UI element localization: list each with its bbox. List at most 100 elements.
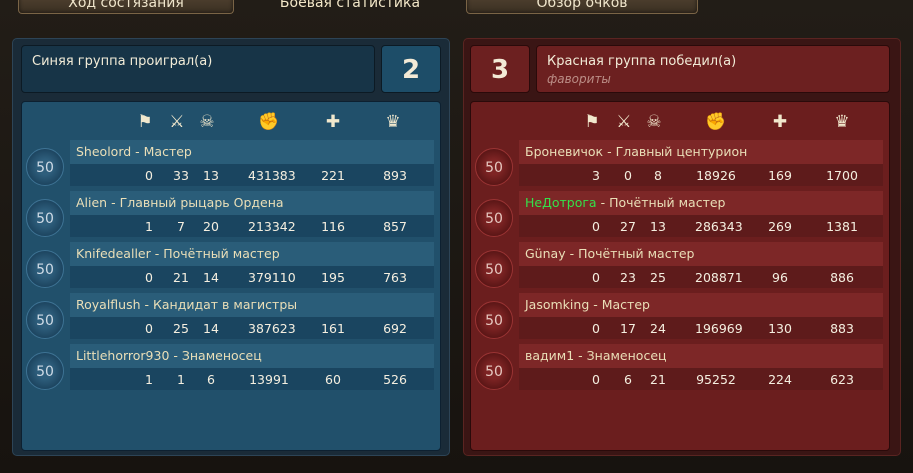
flag-icon: ⚑ (137, 112, 153, 132)
player-name[interactable]: Jasomking (525, 297, 589, 312)
score-stat: 857 (383, 219, 407, 234)
damage-stat: 213342 (248, 219, 296, 234)
name-separator: - (603, 144, 616, 159)
red-team-name: Красная группа победил(а) (547, 54, 737, 69)
player-name-line: Littlehorror930 - Знаменосец (76, 348, 262, 363)
deaths-stat: 13 (650, 219, 666, 234)
score-stat: 763 (383, 270, 407, 285)
tab-label: Ход состязания (68, 0, 184, 11)
level-badge: 50 (26, 148, 64, 186)
deaths-stat: 8 (654, 168, 662, 183)
name-separator: - (140, 297, 154, 312)
blue-team-table: ⚑ ⚔ ☠ ✊ ✚ ♛ 50 Sheolord - Мастер 0 33 13 4313… (21, 101, 441, 451)
name-separator: - (596, 195, 610, 210)
player-name[interactable]: вадим1 (525, 348, 574, 363)
deaths-stat: 24 (650, 321, 666, 336)
player-name-line: Knifedealler - Почётный мастер (76, 246, 280, 261)
deaths-stat: 21 (650, 372, 666, 387)
damage-stat: 379110 (248, 270, 296, 285)
damage-stat: 95252 (696, 372, 736, 387)
score-stat: 893 (383, 168, 407, 183)
damage-stat: 387623 (248, 321, 296, 336)
player-name[interactable]: Броневичок (525, 144, 603, 159)
name-separator: - (131, 144, 144, 159)
player-name[interactable]: Sheolord (76, 144, 131, 159)
player-rank: Кандидат в магистры (153, 297, 298, 312)
healing-stat: 161 (321, 321, 345, 336)
name-separator: - (565, 246, 579, 261)
healing-stat: 169 (768, 168, 792, 183)
healing-stat: 221 (321, 168, 345, 183)
player-row[interactable]: 50 Броневичок - Главный центурион 3 0 8 18926… (471, 140, 889, 191)
deaths-stat: 6 (207, 372, 215, 387)
skull-icon: ☠ (199, 112, 215, 132)
player-row[interactable]: 50 Jasomking - Мастер 0 17 24 196969 130 883 (471, 293, 889, 344)
healing-stat: 60 (325, 372, 341, 387)
crown-icon: ♛ (385, 112, 401, 132)
player-rank: Главный рыцарь Ордена (119, 195, 284, 210)
healing-stat: 195 (321, 270, 345, 285)
player-row[interactable]: 50 Royalflush - Кандидат в магистры 0 25 14 3… (22, 293, 440, 344)
player-rank: Знаменосец (181, 348, 262, 363)
name-separator: - (169, 348, 182, 363)
crossed-swords-icon: ⚔ (169, 112, 185, 132)
player-row[interactable]: 50 Alien - Главный рыцарь Ордена 1 7 20 21334… (22, 191, 440, 242)
skull-icon: ☠ (646, 112, 662, 132)
deaths-stat: 14 (203, 270, 219, 285)
level-badge: 50 (475, 301, 513, 339)
healing-stat: 96 (772, 270, 788, 285)
level-badge: 50 (475, 199, 513, 237)
fist-icon: ✊ (258, 112, 280, 132)
player-row[interactable]: 50 Knifedealler - Почётный мастер 0 21 14 379… (22, 242, 440, 293)
player-name-line: Sheolord - Мастер (76, 144, 192, 159)
player-name[interactable]: Littlehorror930 (76, 348, 169, 363)
blue-team-name: Синяя группа проиграл(а) (32, 54, 213, 69)
tab-battle-stats[interactable]: Боевая статистика (248, 0, 452, 14)
player-name[interactable]: НеДотрога (525, 195, 597, 210)
red-team-score: 3 (470, 45, 530, 93)
player-name[interactable]: Alien (76, 195, 107, 210)
healing-stat: 224 (768, 372, 792, 387)
player-rank: Почётный мастер (609, 195, 726, 210)
level-badge: 50 (475, 250, 513, 288)
player-row[interactable]: 50 Sheolord - Мастер 0 33 13 431383 221 893 (22, 140, 440, 191)
crown-icon: ♛ (834, 112, 850, 132)
player-rank: Главный центурион (615, 144, 748, 159)
damage-stat: 13991 (249, 372, 289, 387)
player-name[interactable]: Royalflush (76, 297, 141, 312)
score-stat: 886 (830, 270, 854, 285)
name-separator: - (150, 246, 164, 261)
score-stat: 692 (383, 321, 407, 336)
player-row[interactable]: 50 вадим1 - Знаменосец 0 6 21 95252 224 623 (471, 344, 889, 395)
player-name-line: Броневичок - Главный центурион (525, 144, 747, 159)
player-row[interactable]: 50 Günay - Почётный мастер 0 23 25 208871 96 88… (471, 242, 889, 293)
battle-stats-window: Ход состязания Боевая статистика Обзор о… (0, 0, 913, 473)
red-team-table: ⚑ ⚔ ☠ ✊ ✚ ♛ 50 Броневичок - Главный центу… (470, 101, 890, 451)
damage-stat: 431383 (248, 168, 296, 183)
player-name[interactable]: Günay (525, 246, 566, 261)
tab-label: Боевая статистика (279, 0, 421, 11)
player-name-line: Royalflush - Кандидат в магистры (76, 297, 297, 312)
level-badge: 50 (26, 352, 64, 390)
damage-stat: 286343 (695, 219, 743, 234)
name-separator: - (574, 348, 587, 363)
player-row[interactable]: 50 Littlehorror930 - Знаменосец 1 1 6 13991 60… (22, 344, 440, 395)
player-row[interactable]: 50 НеДотрога - Почётный мастер 0 27 13 286343… (471, 191, 889, 242)
blue-team-header: Синяя группа проиграл(а) (21, 45, 375, 93)
player-rank: Знаменосец (586, 348, 667, 363)
tab-label: Обзор очков (536, 0, 628, 11)
tab-match-progress[interactable]: Ход состязания (18, 0, 234, 14)
deaths-stat: 20 (203, 219, 219, 234)
blue-team-panel: Синяя группа проиграл(а) 2 ⚑ ⚔ ☠ ✊ ✚ ♛ 5… (12, 38, 450, 456)
score-stat: 1700 (826, 168, 858, 183)
damage-stat: 18926 (696, 168, 736, 183)
healing-stat: 116 (321, 219, 345, 234)
deaths-stat: 14 (203, 321, 219, 336)
score-stat: 1381 (826, 219, 858, 234)
player-name-line: Alien - Главный рыцарь Ордена (76, 195, 284, 210)
score-stat: 623 (830, 372, 854, 387)
plus-icon: ✚ (325, 112, 341, 132)
deaths-stat: 13 (203, 168, 219, 183)
player-name[interactable]: Knifedealler (76, 246, 151, 261)
tab-score-overview[interactable]: Обзор очков (466, 0, 698, 14)
